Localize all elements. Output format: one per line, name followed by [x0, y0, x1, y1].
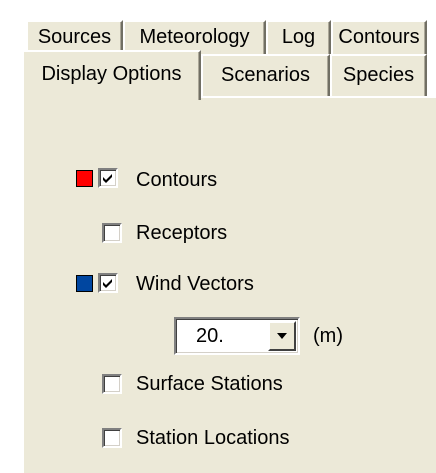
station-locations-checkbox[interactable] — [102, 428, 122, 448]
tab-meteorology[interactable]: Meteorology — [123, 20, 266, 54]
tab-species[interactable]: Species — [330, 54, 427, 96]
checkmark-icon — [103, 174, 112, 183]
wind-scale-value: 20. — [196, 325, 224, 347]
surface-stations-label: Surface Stations — [136, 373, 283, 395]
contours-checkbox[interactable] — [98, 168, 118, 188]
wind-vectors-color-swatch[interactable] — [76, 275, 93, 292]
tab-scenarios-label: Scenarios — [221, 64, 310, 86]
receptors-checkbox[interactable] — [102, 223, 122, 243]
tab-contours-label: Contours — [338, 26, 420, 48]
tab-log[interactable]: Log — [266, 20, 331, 54]
tab-meteorology-label: Meteorology — [139, 26, 250, 48]
wind-vectors-checkbox[interactable] — [98, 273, 118, 293]
tab-display-options-label: Display Options — [41, 63, 182, 85]
tab-display-options[interactable]: Display Options — [22, 50, 201, 100]
tab-sources[interactable]: Sources — [26, 20, 123, 54]
tab-species-label: Species — [342, 64, 415, 86]
tab-scenarios[interactable]: Scenarios — [201, 54, 330, 96]
wind-scale-unit: (m) — [313, 325, 343, 347]
display-options-dialog: Sources Meteorology Log Contours Display… — [0, 0, 436, 473]
contours-label: Contours — [136, 169, 218, 191]
tab-log-label: Log — [281, 26, 316, 48]
tab-sources-label: Sources — [37, 26, 112, 48]
wind-scale-dropdown-button[interactable] — [268, 321, 296, 351]
display-options-panel: Contours Receptors Wind Vectors Surface … — [22, 96, 436, 473]
surface-stations-checkbox[interactable] — [102, 374, 122, 394]
receptors-label: Receptors — [136, 222, 228, 244]
wind-scale-combo[interactable]: 20. — [174, 317, 300, 355]
contours-color-swatch[interactable] — [76, 170, 93, 187]
checkmark-icon — [103, 279, 112, 288]
tab-contours[interactable]: Contours — [331, 20, 427, 54]
station-locations-label: Station Locations — [136, 427, 290, 449]
chevron-down-icon — [277, 333, 287, 339]
wind-vectors-label: Wind Vectors — [136, 273, 254, 295]
